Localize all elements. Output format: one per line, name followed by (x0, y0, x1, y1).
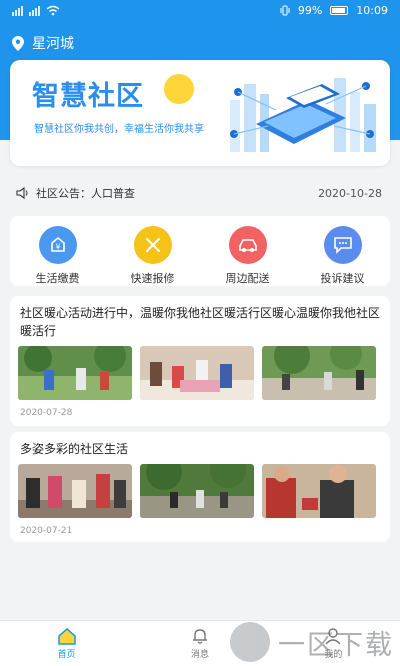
article-date: 2020-07-21 (20, 526, 73, 536)
location-name: 星河城 (32, 36, 74, 52)
article-card[interactable]: 社区暖心活动进行中，温暖你我他社区暖活行区暖心温暖你我他社区暖活行 2020-0… (10, 296, 390, 426)
notice-text: 人口普查 (91, 187, 135, 200)
service-bill-payment[interactable]: ¥ 生活缴费 (18, 226, 98, 286)
smart-city-illustration (230, 78, 376, 152)
community-notice[interactable]: 社区公告： 人口普查 2020-10-28 (10, 178, 390, 208)
service-repair[interactable]: 快速报修 (113, 226, 193, 286)
watermark-text: 一区下载 (278, 629, 394, 661)
service-label: 投诉建议 (320, 272, 365, 285)
service-feedback[interactable]: 投诉建议 (303, 226, 383, 286)
signal-indicators (12, 5, 60, 16)
battery-percent: 99% (297, 4, 323, 17)
clock: 10:09 (356, 4, 388, 17)
service-label: 周边配送 (225, 272, 270, 285)
article-title: 多姿多彩的社区生活 (20, 442, 129, 456)
notice-date: 2020-10-28 (318, 186, 382, 200)
vibrate-icon (280, 5, 290, 16)
watermark-logo (230, 622, 270, 662)
tab-label: 首页 (57, 650, 76, 660)
banner[interactable]: 智慧社区 智慧社区你我共创，幸福生活你我共享 (10, 60, 390, 166)
banner-title: 智慧社区 (32, 81, 144, 112)
article-photos (18, 464, 376, 518)
yuan-icon: ¥ (38, 226, 77, 264)
tools-icon (133, 226, 172, 264)
article-title: 社区暖心活动进行中，温暖你我他社区暖活行区暖心温暖你我他社区暖活行 (20, 306, 381, 338)
battery-icon (330, 6, 349, 15)
chat-icon (323, 226, 362, 264)
watermark: 一区下载 (230, 622, 394, 662)
service-grid: ¥ 生活缴费 快速报修 周边配送 投诉建议 (10, 216, 390, 286)
service-label: 快速报修 (130, 272, 175, 285)
svg-text:¥: ¥ (55, 243, 60, 252)
speaker-icon (16, 187, 28, 199)
sun-decoration (164, 74, 194, 104)
location-selector[interactable]: 星河城 (12, 33, 74, 53)
location-pin-icon (12, 35, 24, 51)
bell-icon (192, 629, 207, 644)
notice-label: 社区公告： (36, 187, 91, 200)
banner-subtitle: 智慧社区你我共创，幸福生活你我共享 (34, 124, 204, 135)
service-label: 生活缴费 (35, 272, 80, 285)
tab-home[interactable]: 首页 (0, 621, 133, 666)
article-photo (262, 464, 376, 518)
signal-icon (29, 5, 40, 16)
article-photos (18, 346, 376, 400)
wifi-icon (46, 5, 60, 16)
home-icon (57, 628, 76, 645)
article-photo (140, 346, 254, 400)
status-bar: 99% 10:09 (0, 0, 400, 24)
article-card[interactable]: 多姿多彩的社区生活 2020-07-21 (10, 432, 390, 542)
article-photo (140, 464, 254, 518)
article-photo (262, 346, 376, 400)
car-icon (228, 226, 267, 264)
article-date: 2020-07-28 (20, 408, 73, 418)
article-photo (18, 346, 132, 400)
signal-icon (12, 5, 23, 16)
article-photo (18, 464, 132, 518)
service-delivery[interactable]: 周边配送 (208, 226, 288, 286)
tab-label: 消息 (190, 650, 209, 660)
